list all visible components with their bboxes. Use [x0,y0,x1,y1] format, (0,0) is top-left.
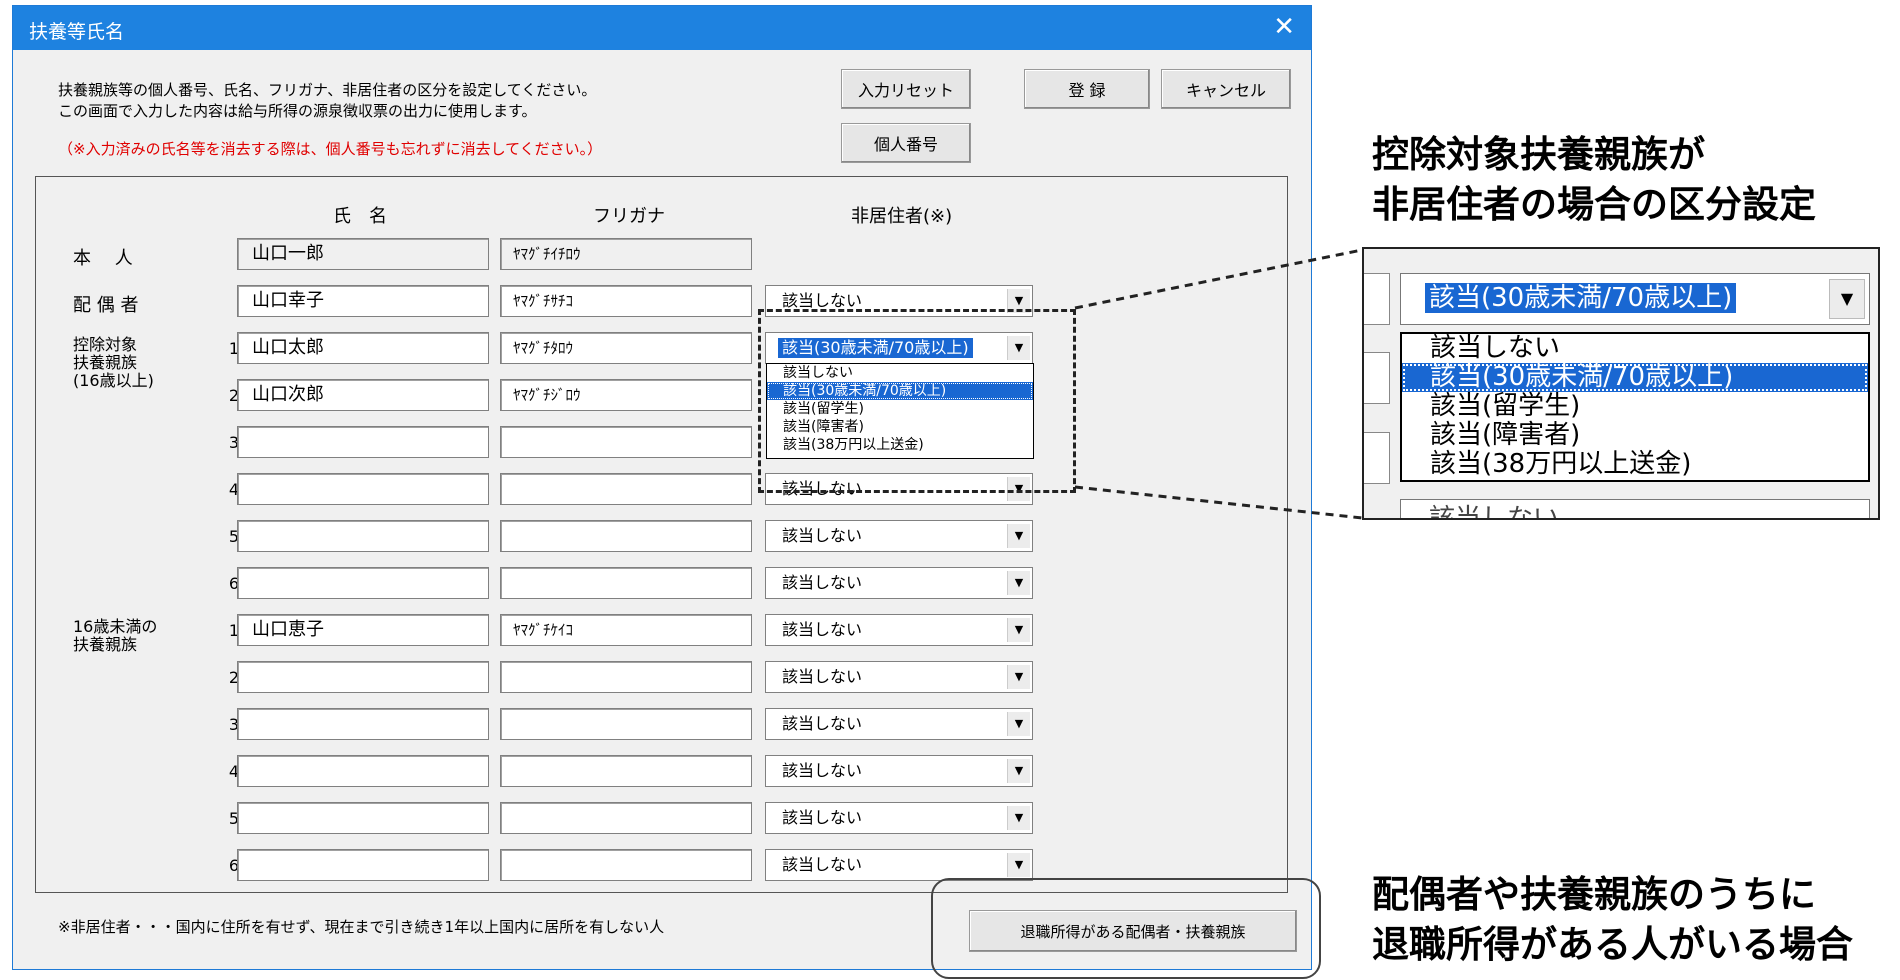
zoom-next-combo: 該当しない [1400,499,1870,518]
zoom-option-selected: 該当(30歳未満/70歳以上) [1402,363,1868,392]
callout-line: 配偶者や扶養親族のうちに [1372,873,1816,916]
zoom-option: 該当(障害者) [1430,420,1581,450]
chevron-down-icon: ▼ [1829,279,1865,319]
callout-line: 退職所得がある人がいる場合 [1372,923,1853,966]
zoom-field-edge [1364,273,1390,325]
zoom-option: 該当(38万円以上送金) [1430,449,1692,479]
zoom-combo-value: 該当(30歳未満/70歳以上) [1425,283,1737,313]
zoom-field-edge [1364,352,1390,404]
connector-line-top [1074,248,1363,310]
zoom-option: 該当しない [1430,333,1561,363]
zoom-option: 該当(留学生) [1430,391,1581,421]
callout-bottom: 配偶者や扶養親族のうちに 退職所得がある人がいる場合 [1372,870,1853,970]
zoom-field-edge [1364,432,1390,484]
connector-line-bottom [1074,485,1363,520]
callout-line: 控除対象扶養親族が [1372,133,1705,176]
zoom-inset: 該当(30歳未満/70歳以上) ▼ 該当しない 該当(30歳未満/70歳以上) … [1362,247,1880,520]
zoom-combo: 該当(30歳未満/70歳以上) ▼ [1400,273,1870,325]
callout-top: 控除対象扶養親族が 非居住者の場合の区分設定 [1372,130,1816,230]
callout-line: 非居住者の場合の区分設定 [1372,183,1816,226]
zoom-dropdown-list: 該当しない 該当(30歳未満/70歳以上) 該当(留学生) 該当(障害者) 該当… [1400,332,1870,482]
